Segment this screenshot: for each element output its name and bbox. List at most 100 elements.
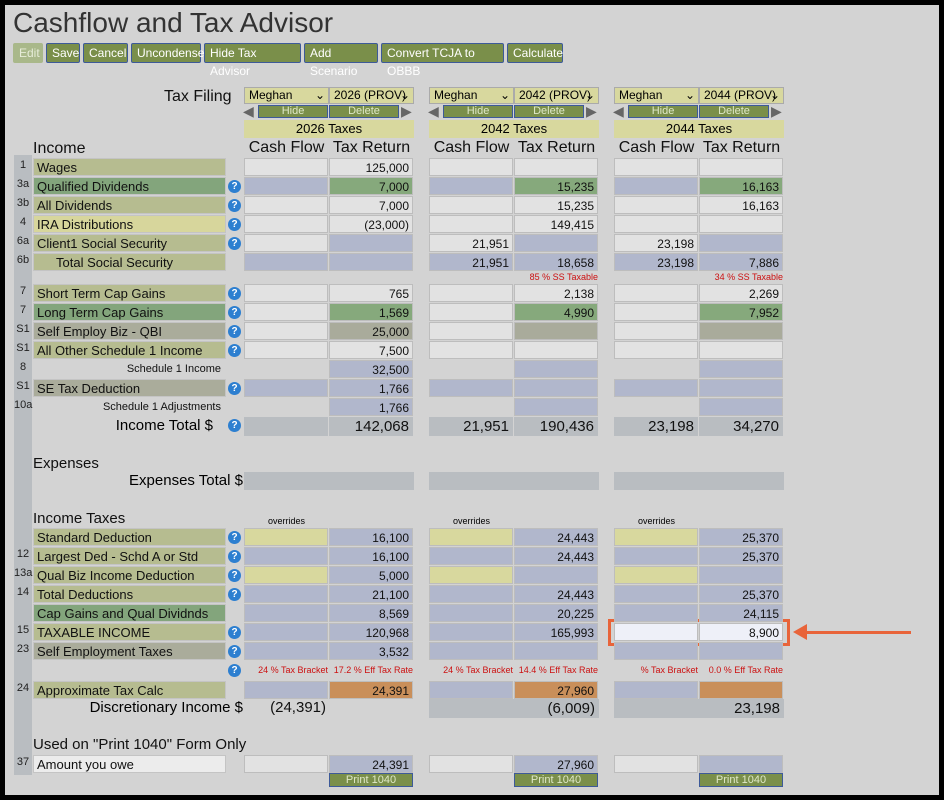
cash-flow-cell[interactable] (244, 196, 328, 214)
cash-flow-cell[interactable] (614, 604, 698, 622)
cash-flow-cell[interactable] (244, 284, 328, 302)
tax-return-cell[interactable]: 125,000 (329, 158, 413, 176)
tax-return-cell[interactable] (514, 566, 598, 584)
tax-return-cell[interactable]: (23,000) (329, 215, 413, 233)
cash-flow-cell[interactable] (614, 755, 698, 773)
cash-flow-cell[interactable] (614, 177, 698, 195)
help-icon[interactable]: ? (228, 550, 241, 563)
delete-button[interactable]: Delete (329, 105, 399, 118)
tax-return-cell[interactable]: 32,500 (329, 360, 413, 378)
cash-flow-cell[interactable]: 23,198 (614, 234, 698, 252)
tax-return-cell[interactable] (514, 360, 598, 378)
tax-return-cell[interactable]: 25,370 (699, 547, 783, 565)
cash-flow-cell[interactable] (614, 284, 698, 302)
cash-flow-cell[interactable] (429, 379, 513, 397)
hide-button[interactable]: Hide (443, 105, 513, 118)
cash-flow-cell[interactable] (244, 341, 328, 359)
tax-return-cell[interactable]: 27,960 (514, 755, 598, 773)
left-arrow-icon[interactable]: ◀ (428, 104, 439, 118)
cash-flow-cell[interactable] (614, 215, 698, 233)
delete-button[interactable]: Delete (699, 105, 769, 118)
toolbar-button-calculate[interactable]: Calculate (507, 43, 563, 63)
help-icon[interactable]: ? (228, 287, 241, 300)
left-arrow-icon[interactable]: ◀ (243, 104, 254, 118)
cash-flow-cell[interactable] (244, 379, 328, 397)
tax-return-cell[interactable]: 7,000 (329, 177, 413, 195)
tax-return-cell[interactable] (699, 398, 783, 416)
cash-flow-cell[interactable] (244, 253, 328, 271)
tax-return-cell[interactable]: 24,443 (514, 528, 598, 546)
help-icon[interactable]: ? (228, 237, 241, 250)
tax-return-cell[interactable] (514, 322, 598, 340)
tax-return-cell[interactable]: 20,225 (514, 604, 598, 622)
tax-return-cell[interactable]: 27,960 (514, 681, 598, 699)
cash-flow-cell[interactable] (244, 322, 328, 340)
cash-flow-cell[interactable] (429, 642, 513, 660)
year-select[interactable]: 2044 (PROV) ⌄ (699, 87, 784, 104)
cash-flow-cell[interactable] (244, 215, 328, 233)
toolbar-button-convert-tcja-to-obbb[interactable]: Convert TCJA to OBBB (381, 43, 504, 78)
cash-flow-cell[interactable] (614, 566, 698, 584)
toolbar-button-save[interactable]: Save (46, 43, 80, 63)
help-icon[interactable]: ? (228, 645, 241, 658)
cash-flow-cell[interactable] (244, 681, 328, 699)
print-1040-button[interactable]: Print 1040 (514, 773, 598, 787)
tax-return-cell[interactable]: 24,443 (514, 547, 598, 565)
help-icon[interactable]: ? (228, 325, 241, 338)
print-1040-button[interactable]: Print 1040 (329, 773, 413, 787)
tax-return-cell[interactable]: 21,100 (329, 585, 413, 603)
hide-button[interactable]: Hide (258, 105, 328, 118)
cash-flow-cell[interactable] (244, 158, 328, 176)
tax-return-cell[interactable]: 2,269 (699, 284, 783, 302)
cash-flow-cell[interactable] (614, 623, 698, 641)
help-icon[interactable]: ? (228, 180, 241, 193)
tax-return-cell[interactable]: 5,000 (329, 566, 413, 584)
left-arrow-icon[interactable]: ◀ (613, 104, 624, 118)
help-icon[interactable]: ? (228, 344, 241, 357)
cash-flow-cell[interactable] (244, 755, 328, 773)
tax-return-cell[interactable] (329, 234, 413, 252)
tax-return-cell[interactable] (699, 234, 783, 252)
year-select[interactable]: 2042 (PROV) ⌄ (514, 87, 599, 104)
cash-flow-cell[interactable] (244, 303, 328, 321)
cash-flow-cell[interactable] (429, 284, 513, 302)
tax-return-cell[interactable]: 15,235 (514, 196, 598, 214)
tax-return-cell[interactable] (699, 755, 783, 773)
tax-return-cell[interactable] (699, 360, 783, 378)
cash-flow-cell[interactable] (429, 585, 513, 603)
cash-flow-cell[interactable] (614, 379, 698, 397)
cash-flow-cell[interactable] (614, 303, 698, 321)
tax-return-cell[interactable] (514, 341, 598, 359)
tax-return-cell[interactable]: 24,443 (514, 585, 598, 603)
help-icon[interactable]: ? (228, 588, 241, 601)
help-icon[interactable]: ? (228, 664, 241, 677)
tax-return-cell[interactable]: 7,000 (329, 196, 413, 214)
tax-return-cell[interactable]: 7,952 (699, 303, 783, 321)
cash-flow-cell[interactable] (614, 642, 698, 660)
tax-return-cell[interactable]: 25,000 (329, 322, 413, 340)
tax-return-cell[interactable] (514, 642, 598, 660)
cash-flow-cell[interactable] (244, 528, 328, 546)
help-icon[interactable]: ? (228, 569, 241, 582)
tax-return-cell[interactable]: 4,990 (514, 303, 598, 321)
tax-return-cell[interactable]: 1,569 (329, 303, 413, 321)
hide-button[interactable]: Hide (628, 105, 698, 118)
cash-flow-cell[interactable] (429, 215, 513, 233)
cash-flow-cell[interactable] (244, 177, 328, 195)
toolbar-button-hide-tax-advisor[interactable]: Hide Tax Advisor (204, 43, 301, 78)
cash-flow-cell[interactable] (244, 234, 328, 252)
cash-flow-cell[interactable] (244, 642, 328, 660)
cash-flow-cell[interactable] (244, 566, 328, 584)
cash-flow-cell[interactable] (614, 585, 698, 603)
tax-return-cell[interactable] (699, 322, 783, 340)
tax-return-cell[interactable]: 1,766 (329, 379, 413, 397)
tax-return-cell[interactable] (699, 215, 783, 233)
help-icon[interactable]: ? (228, 531, 241, 544)
cash-flow-cell[interactable] (429, 681, 513, 699)
tax-return-cell[interactable]: 8,900 (699, 623, 783, 641)
cash-flow-cell[interactable] (429, 303, 513, 321)
tax-return-cell[interactable]: 24,391 (329, 681, 413, 699)
person-select[interactable]: Meghan ⌄ (429, 87, 514, 104)
toolbar-button-uncondense[interactable]: Uncondense (131, 43, 204, 63)
cash-flow-cell[interactable] (429, 196, 513, 214)
